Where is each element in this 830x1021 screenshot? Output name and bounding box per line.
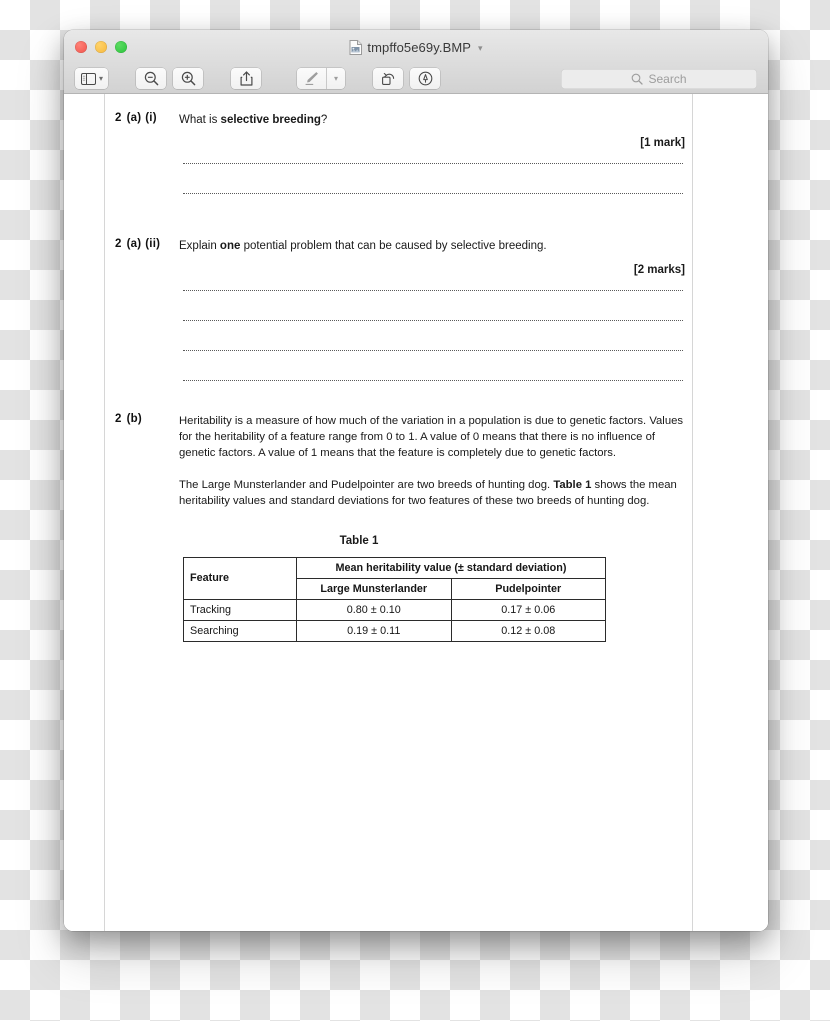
window-title: tmpffo5e69y.BMP [367, 39, 472, 55]
q-text-bold: selective breeding [220, 114, 321, 126]
zoom-out-button[interactable] [136, 68, 167, 89]
answer-line[interactable] [183, 193, 683, 195]
part-b-paragraph-1: Heritability is a measure of how much of… [179, 414, 684, 459]
cell-feature: Tracking [183, 598, 297, 621]
header-pudelpointer: Pudelpointer [450, 577, 606, 600]
sidebar-toggle-button[interactable]: ▾ [75, 68, 109, 89]
search-icon [632, 73, 644, 85]
markup-pen-icon [305, 72, 318, 85]
header-feature: Feature [183, 556, 297, 600]
q-text-before: Explain [179, 240, 220, 253]
zoom-in-button[interactable] [173, 68, 204, 89]
rotate-left-icon [381, 72, 394, 85]
traffic-light-group [75, 41, 127, 53]
exam-paper: 2 (a) (i) What is selective breeding? [1 m… [105, 94, 693, 642]
table-row: Searching 0.19 ± 0.11 0.12 ± 0.08 [183, 619, 606, 642]
answer-lines-2-a-ii[interactable] [179, 289, 687, 381]
table-caption: Table 1 [339, 534, 379, 547]
question-number-2-a-i: 2 (a) (i) [105, 112, 179, 124]
cell-large-munsterlander: 0.19 ± 0.11 [296, 619, 452, 642]
table-header-row-1: Feature Mean heritability value (± stand… [183, 556, 606, 600]
q-text-after: ? [320, 114, 328, 126]
q-num: 2 [115, 238, 122, 251]
q-num: 2 [115, 112, 122, 124]
p2-before: The Large Munsterlander and Pudelpointer… [179, 478, 554, 491]
q-text-before: What is [179, 114, 221, 126]
thumbnail-sidebar[interactable] [64, 94, 105, 931]
question-2-b: 2 (b) Heritability is a measure of how mu… [105, 413, 693, 509]
header-mean-heritability: Mean heritability value (± standard devi… [296, 556, 606, 579]
window-titlebar[interactable]: tmpffo5e69y.BMP ▾ [64, 30, 768, 64]
question-number-2-b: 2 (b) [105, 413, 179, 425]
question-number-2-a-ii: 2 (a) (ii) [105, 238, 179, 250]
annotate-button[interactable] [410, 68, 441, 89]
question-2-a-ii: 2 (a) (ii) Explain one potential problem t… [105, 238, 693, 381]
answer-line[interactable] [183, 289, 683, 291]
share-icon [240, 71, 253, 86]
answer-line[interactable] [183, 319, 683, 321]
marks-2-a-i: [1 mark] [640, 137, 685, 150]
question-2-b-body: Heritability is a measure of how much of… [179, 413, 693, 509]
title-chevron-down-icon[interactable]: ▾ [478, 43, 483, 54]
minimize-button[interactable] [95, 41, 107, 53]
toolbar: ▾ ▾ Search [64, 64, 768, 94]
marks-2-a-ii: [2 marks] [633, 263, 685, 276]
sidebar-icon [81, 72, 96, 85]
window-title-group: tmpffo5e69y.BMP ▾ [64, 30, 768, 64]
cell-pudelpointer: 0.17 ± 0.06 [450, 598, 606, 621]
zoom-out-icon [144, 71, 158, 86]
q-text-after: potential problem that can be caused by … [240, 240, 547, 253]
q-part: (a) [126, 112, 142, 124]
page-right-margin [694, 94, 768, 931]
cell-large-munsterlander: 0.80 ± 0.10 [296, 598, 452, 621]
header-large-munsterlander: Large Munsterlander [296, 577, 452, 600]
question-2-a-i-body: What is selective breeding? [1 mark] [179, 112, 693, 195]
part-b-paragraph-2: The Large Munsterlander and Pudelpointer… [179, 477, 687, 509]
heritability-table: Feature Mean heritability value (± stand… [183, 556, 606, 642]
search-placeholder: Search [648, 71, 687, 86]
q-sub: (ii) [145, 238, 161, 251]
search-field[interactable]: Search [561, 68, 757, 89]
answer-line[interactable] [183, 163, 683, 165]
question-2-a-i: 2 (a) (i) What is selective breeding? [1 m… [105, 112, 693, 195]
markup-button[interactable] [297, 68, 326, 89]
answer-lines-2-a-i[interactable] [179, 163, 687, 195]
q-sub: (i) [145, 112, 157, 124]
share-button[interactable] [231, 68, 262, 89]
maximize-button[interactable] [115, 41, 127, 53]
window-body: 2 (a) (i) What is selective breeding? [1 m… [64, 94, 768, 931]
p2-table-ref: Table 1 [553, 478, 592, 491]
markup-chevron-down-icon[interactable]: ▾ [326, 68, 345, 89]
question-2-a-i-text: What is selective breeding? [179, 112, 687, 128]
cell-feature: Searching [183, 619, 297, 642]
preview-window: tmpffo5e69y.BMP ▾ ▾ ▾ Search 2 (a) (i) W… [64, 30, 768, 931]
zoom-in-icon [181, 71, 195, 86]
annotate-circle-pen-icon [418, 71, 432, 86]
document-content-area[interactable]: 2 (a) (i) What is selective breeding? [1 m… [105, 94, 768, 931]
cell-pudelpointer: 0.12 ± 0.08 [450, 619, 606, 642]
table-row: Tracking 0.80 ± 0.10 0.17 ± 0.06 [183, 598, 606, 621]
document-icon [349, 39, 363, 55]
question-2-a-ii-text: Explain one potential problem that can b… [179, 238, 687, 254]
rotate-left-button[interactable] [373, 68, 404, 89]
markup-segmented-control: ▾ [297, 68, 346, 89]
answer-line[interactable] [183, 379, 683, 381]
document-page: 2 (a) (i) What is selective breeding? [1 m… [105, 94, 693, 931]
q-part: (b) [126, 412, 142, 425]
q-num: 2 [115, 412, 122, 425]
close-button[interactable] [75, 41, 87, 53]
sidebar-chevron-down-icon[interactable]: ▾ [99, 74, 103, 83]
q-part: (a) [126, 238, 142, 251]
q-text-bold: one [219, 240, 241, 253]
answer-line[interactable] [183, 349, 683, 351]
question-2-a-ii-body: Explain one potential problem that can b… [179, 238, 693, 381]
